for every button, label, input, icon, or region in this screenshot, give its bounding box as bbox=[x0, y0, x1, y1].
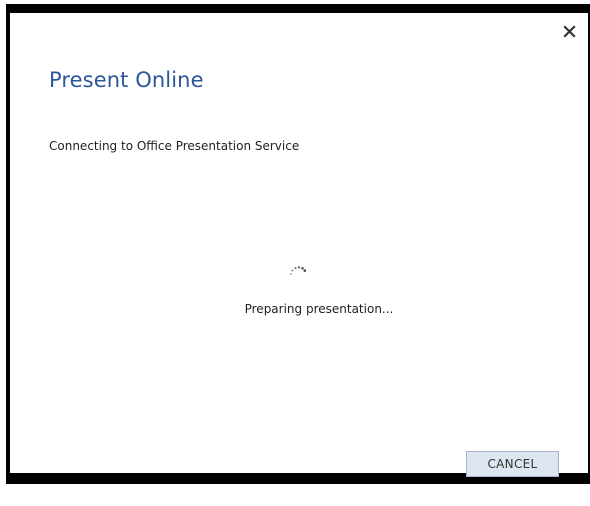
loading-spinner-icon bbox=[289, 262, 307, 275]
close-button[interactable] bbox=[561, 23, 579, 41]
present-online-dialog: Present Online Connecting to Office Pres… bbox=[6, 4, 590, 484]
close-icon bbox=[563, 25, 576, 38]
cancel-button[interactable]: CANCEL bbox=[466, 451, 559, 477]
progress-message: Preparing presentation... bbox=[244, 302, 394, 316]
dialog-title: Present Online bbox=[49, 68, 204, 92]
status-message: Connecting to Office Presentation Servic… bbox=[49, 139, 300, 153]
